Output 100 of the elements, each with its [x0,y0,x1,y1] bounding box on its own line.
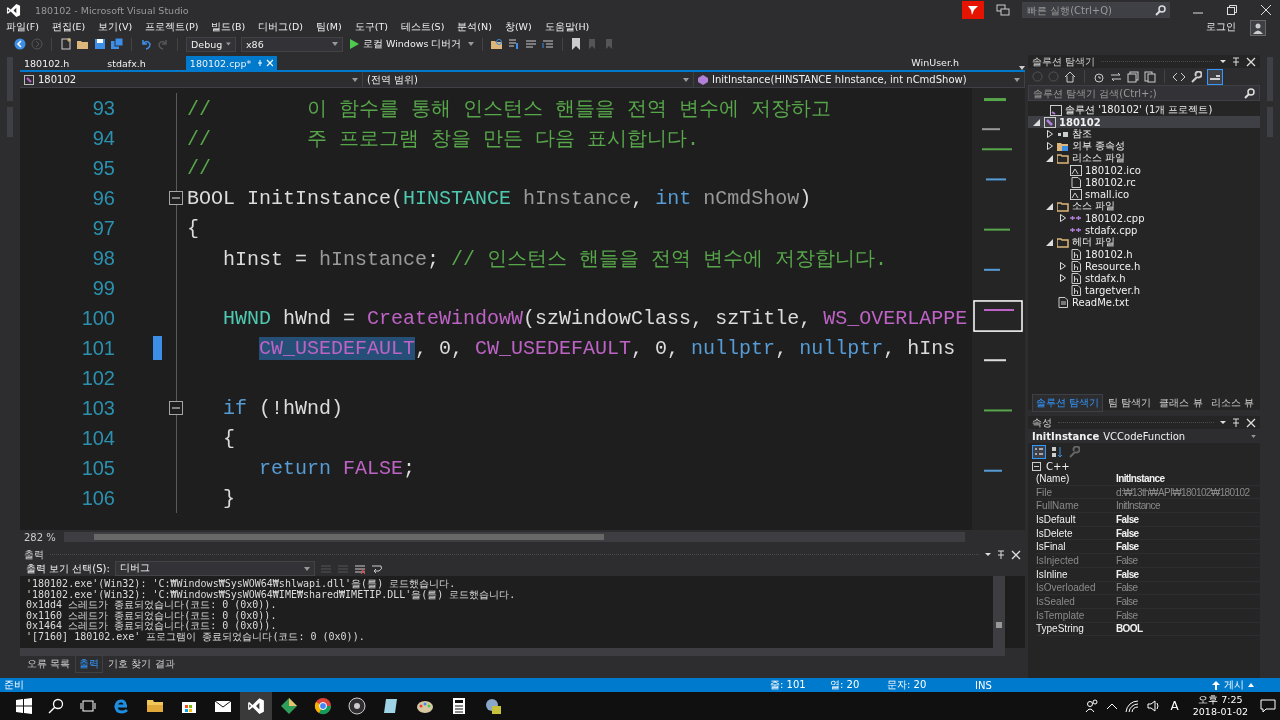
tree-item[interactable]: 소스 파일 [1028,200,1260,212]
property-row[interactable]: IsInline False [1036,567,1260,582]
chevron-up-icon[interactable] [1106,703,1117,709]
tree-item[interactable]: targetver.h [1028,284,1260,296]
expanded-arrow-icon[interactable] [1033,118,1040,126]
property-row[interactable]: TypeString BOOL [1036,622,1260,637]
collapsed-arrow-icon[interactable] [1046,130,1053,138]
close-icon[interactable] [1261,5,1271,15]
collapse-icon[interactable] [1032,461,1041,471]
tree-item[interactable]: 외부 종속성 [1028,140,1260,152]
panel-controls-icon[interactable] [1220,417,1256,428]
record-icon[interactable] [348,697,366,715]
pin-close-icon[interactable] [257,59,274,67]
member-dropdown[interactable]: InitInstance(HINSTANCE hInstance, int nCmdShow) [694,72,1025,87]
expanded-arrow-icon[interactable] [1046,238,1053,246]
tree-item[interactable]: small.ico [1028,188,1260,200]
tree-item[interactable]: Resource.h [1028,260,1260,272]
people-icon[interactable] [1084,699,1099,713]
scope-dropdown[interactable]: (전역 범위) [363,72,694,87]
start-icon[interactable] [16,698,32,714]
feedback-button[interactable] [962,1,984,19]
menu-item[interactable]: 창(W) [504,21,532,34]
configuration-dropdown[interactable]: Debug [186,36,236,52]
word-wrap-icon[interactable] [370,562,383,575]
zoom-level[interactable]: 282 % [20,531,64,543]
menu-item[interactable]: 도움말(H) [544,21,590,34]
avatar-icon[interactable] [1250,19,1266,36]
task-view-icon[interactable] [80,698,96,714]
object-selector[interactable]: InitInstance VCCodeFunction [1028,429,1260,443]
panel-tab[interactable]: 오류 목록 [24,655,74,672]
document-tab[interactable]: stdafx.h [103,56,150,70]
collapse-all-icon[interactable] [1127,70,1139,83]
menu-item[interactable]: 분석(N) [457,21,492,34]
find-in-files-icon[interactable] [491,38,504,50]
document-tab[interactable]: 180102.cpp* [185,56,278,70]
panel-tab[interactable]: 팀 탐색기 [1105,394,1155,411]
tree-item[interactable]: stdafx.cpp [1028,224,1260,236]
property-row[interactable]: IsDelete False [1036,526,1260,541]
menu-item[interactable]: 도구(T) [354,21,388,34]
tree-item[interactable]: 참조 [1028,128,1260,140]
wifi-icon[interactable] [1124,700,1139,712]
sync-icon[interactable] [1110,70,1122,83]
output-source-dropdown[interactable]: 디버그 [114,561,315,576]
tree-item[interactable]: 솔루션 '180102' (1개 프로젝트) [1028,104,1260,116]
collapsed-arrow-icon[interactable] [1059,262,1066,270]
horizontal-scrollbar[interactable] [64,532,965,542]
menu-item[interactable]: 프로젝트(P) [145,21,199,34]
vertical-scrollbar[interactable] [993,576,1005,648]
horizontal-scrollbar[interactable] [20,648,1005,656]
code-icon[interactable] [1173,70,1185,83]
run-button[interactable]: 로컬 Windows 디버거 [348,37,464,51]
preview-icon[interactable] [1207,68,1223,85]
folder-icon[interactable] [146,697,164,715]
save-all-icon[interactable] [111,38,123,50]
clear-all-icon[interactable] [353,562,366,575]
collapsed-arrow-icon[interactable] [1059,274,1066,282]
clock-date[interactable]: 2018-01-02 [1192,706,1248,718]
categorized-icon[interactable] [1032,444,1046,459]
diamond-icon[interactable] [280,697,298,715]
tree-item[interactable]: ReadMe.txt [1028,296,1260,308]
solution-search-field[interactable]: 솔루션 탐색기 검색(Ctrl+;) [1028,85,1260,101]
quick-launch-field[interactable]: 빠른 실행(Ctrl+Q) [1022,2,1170,18]
platform-dropdown[interactable]: x86 [241,36,343,52]
undo-icon[interactable] [140,38,152,50]
save-icon[interactable] [94,38,106,50]
caret-icon[interactable] [1019,66,1025,70]
tree-item[interactable]: 180102.cpp [1028,212,1260,224]
collapse-icon[interactable] [169,191,183,205]
collapsed-arrow-icon[interactable] [1046,142,1053,150]
tree-item[interactable]: stdafx.h [1028,272,1260,284]
back-icon[interactable] [14,38,26,50]
panel-tab[interactable]: 클래스 뷰 [1156,394,1206,411]
menu-item[interactable]: 파일(F) [6,21,39,34]
menu-item[interactable]: 편집(E) [51,21,86,34]
list-icon[interactable] [525,38,538,50]
expanded-arrow-icon[interactable] [1046,154,1053,162]
publish-button[interactable]: 게시 [1210,678,1256,692]
history-icon[interactable] [1093,70,1105,83]
document-tab[interactable]: 180102.h [20,56,74,70]
search-icon[interactable] [48,698,64,714]
panel-controls-icon[interactable] [1220,56,1256,67]
panel-tab[interactable]: 솔루션 탐색기 [1032,393,1104,412]
collapse-icon[interactable] [169,401,183,415]
preview-tab[interactable]: WinUser.h [911,57,959,68]
tree-item[interactable]: 180102.ico [1028,164,1260,176]
browser-icon[interactable] [314,697,332,715]
sign-in-link[interactable]: 로그인 [1206,21,1236,34]
tree-item[interactable]: 180102.rc [1028,176,1260,188]
menu-item[interactable]: 디버그(D) [258,21,304,34]
home-icon[interactable] [1064,70,1076,83]
sort-icon[interactable] [1051,445,1063,458]
property-row[interactable]: IsDefault False [1036,513,1260,527]
menu-item[interactable]: 빌드(B) [211,21,246,34]
property-row[interactable]: (Name) InitInstance [1036,472,1260,486]
restore-icon[interactable] [1227,5,1237,15]
tree-item[interactable]: 헤더 파일 [1028,236,1260,248]
show-all-files-icon[interactable] [1144,70,1156,83]
tree-item[interactable]: 리소스 파일 [1028,152,1260,164]
tree-item[interactable]: 180102.h [1028,248,1260,260]
comment-icon[interactable] [542,38,555,50]
